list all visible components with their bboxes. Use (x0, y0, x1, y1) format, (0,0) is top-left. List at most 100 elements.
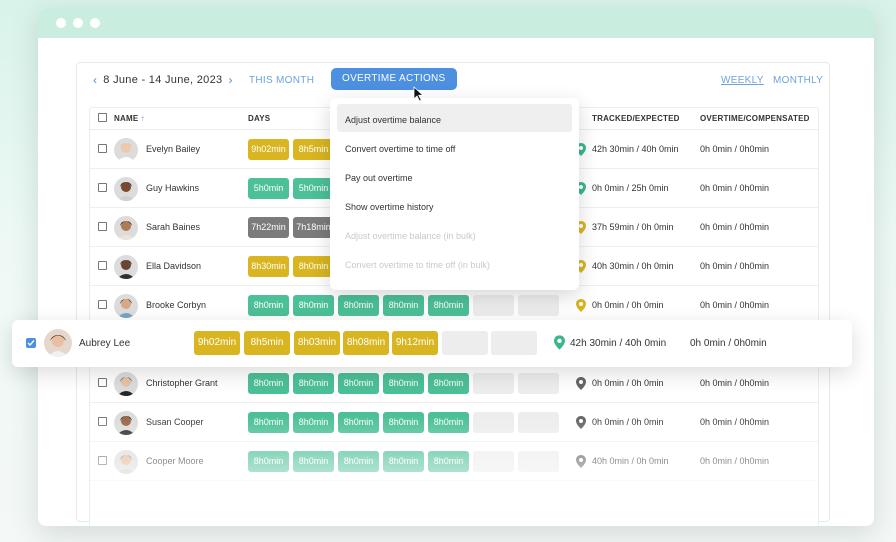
day-cell[interactable]: 8h30min (248, 256, 289, 277)
day-cell[interactable]: 8h08min (343, 331, 389, 355)
day-cell[interactable]: 8h5min (293, 139, 334, 160)
row-checkbox-checked[interactable] (26, 338, 36, 348)
location-pin-icon (576, 455, 586, 468)
day-cell[interactable]: 5h0min (293, 178, 334, 199)
avatar (114, 138, 138, 162)
menu-item[interactable]: Pay out overtime (337, 162, 572, 190)
day-cell[interactable] (473, 373, 514, 394)
day-cell[interactable]: 9h02min (248, 139, 289, 160)
tracked-expected: 42h 30min / 40h 0min (570, 338, 667, 349)
day-cell[interactable] (473, 295, 514, 316)
day-cell[interactable] (518, 412, 559, 433)
day-cell[interactable] (473, 451, 514, 472)
location-pin-icon (576, 416, 586, 429)
overtime-compensated: 0h 0min / 0h0min (700, 378, 770, 388)
location-pin-icon (554, 335, 565, 350)
day-cell[interactable]: 8h0min (338, 373, 379, 394)
overtime-compensated: 0h 0min / 0h0min (700, 300, 770, 310)
day-cell[interactable]: 9h02min (194, 331, 240, 355)
day-cell[interactable]: 8h03min (294, 331, 340, 355)
overtime-compensated: 0h 0min / 0h0min (700, 222, 770, 232)
row-checkbox[interactable] (98, 183, 107, 192)
day-cell[interactable]: 8h0min (383, 295, 424, 316)
employee-name: Susan Cooper (146, 417, 204, 427)
employee-name: Guy Hawkins (146, 183, 200, 193)
row-checkbox[interactable] (98, 378, 107, 387)
day-cell[interactable] (518, 295, 559, 316)
table-row[interactable]: Christopher Grant 8h0min 8h0min 8h0min 8h0mi… (90, 364, 818, 403)
tracked-expected: 0h 0min / 25h 0min (592, 183, 669, 193)
day-cell[interactable]: 9h12min (392, 331, 438, 355)
window-dot-2[interactable] (73, 18, 83, 28)
row-checkbox[interactable] (98, 144, 107, 153)
menu-item[interactable]: Show overtime history (337, 191, 572, 219)
day-cell[interactable] (518, 451, 559, 472)
day-cell[interactable]: 8h0min (248, 373, 289, 394)
header-days: DAYS (248, 114, 271, 123)
day-cell[interactable]: 8h0min (383, 373, 424, 394)
window-dot-3[interactable] (90, 18, 100, 28)
highlighted-row[interactable]: Aubrey Lee 9h02min 8h5min 8h03min 8h08min 9h… (12, 320, 852, 367)
location-pin-icon (576, 299, 586, 312)
day-cell[interactable]: 8h0min (428, 451, 469, 472)
location-pin-icon (576, 377, 586, 390)
day-cell[interactable]: 8h0min (293, 373, 334, 394)
day-cell[interactable]: 8h0min (293, 451, 334, 472)
chevron-left-icon[interactable]: ‹ (93, 73, 97, 87)
day-cell[interactable]: 8h0min (248, 451, 289, 472)
day-cell[interactable]: 7h18min (293, 217, 334, 238)
avatar (114, 411, 138, 435)
avatar (114, 450, 138, 474)
day-cell[interactable] (491, 331, 537, 355)
overtime-actions-button[interactable]: OVERTIME ACTIONS (331, 68, 457, 90)
chevron-right-icon[interactable]: › (228, 73, 232, 87)
day-cell[interactable]: 8h0min (338, 412, 379, 433)
employee-name: Ella Davidson (146, 261, 202, 271)
day-cell[interactable]: 5h0min (248, 178, 289, 199)
day-cell[interactable]: 8h0min (293, 295, 334, 316)
table-row[interactable]: Cooper Moore 8h0min 8h0min 8h0min 8h0min 8h0m… (90, 442, 818, 481)
day-cell[interactable]: 8h5min (244, 331, 290, 355)
employee-name: Cooper Moore (146, 456, 204, 466)
day-cell[interactable]: 8h0min (338, 451, 379, 472)
day-cell[interactable]: 8h0min (293, 256, 334, 277)
day-cell[interactable]: 8h0min (383, 451, 424, 472)
employee-name: Evelyn Bailey (146, 144, 201, 154)
row-checkbox[interactable] (98, 417, 107, 426)
header-overtime-compensated: OVERTIME/COMPENSATED (700, 114, 810, 123)
menu-item: Adjust overtime balance (in bulk) (345, 231, 476, 241)
menu-item[interactable]: Convert overtime to time off (337, 133, 572, 161)
weekly-tab[interactable]: WEEKLY (721, 75, 764, 86)
row-checkbox[interactable] (98, 456, 107, 465)
day-cell[interactable]: 8h0min (338, 295, 379, 316)
row-checkbox[interactable] (98, 222, 107, 231)
mouse-cursor-icon (413, 86, 425, 102)
day-cell[interactable] (518, 373, 559, 394)
tracked-expected: 42h 30min / 40h 0min (592, 144, 679, 154)
day-cell[interactable]: 8h0min (383, 412, 424, 433)
day-cell[interactable] (473, 412, 514, 433)
this-month-link[interactable]: THIS MONTH (249, 75, 314, 86)
day-cell[interactable]: 8h0min (248, 295, 289, 316)
header-name[interactable]: NAME ↑ (114, 114, 145, 123)
avatar (114, 372, 138, 396)
day-cell[interactable]: 8h0min (248, 412, 289, 433)
select-all-checkbox[interactable] (98, 113, 107, 122)
checkmark-icon (27, 340, 35, 347)
monthly-tab[interactable]: MONTHLY (773, 75, 823, 86)
day-cell[interactable]: 7h22min (248, 217, 289, 238)
day-cell[interactable]: 8h0min (428, 412, 469, 433)
menu-item[interactable]: Adjust overtime balance (337, 104, 572, 132)
day-cell[interactable] (442, 331, 488, 355)
day-cell[interactable]: 8h0min (428, 373, 469, 394)
row-checkbox[interactable] (98, 261, 107, 270)
table-row[interactable]: Susan Cooper 8h0min 8h0min 8h0min 8h0min 8h0m… (90, 403, 818, 442)
tracked-expected: 0h 0min / 0h 0min (592, 417, 664, 427)
menu-items: Adjust overtime balance Convert overtime … (337, 104, 572, 277)
row-checkbox[interactable] (98, 300, 107, 309)
window-dot-1[interactable] (56, 18, 66, 28)
day-cell[interactable]: 8h0min (428, 295, 469, 316)
header-name-label: NAME (114, 114, 139, 123)
day-cell[interactable]: 8h0min (293, 412, 334, 433)
sort-arrow-up-icon[interactable]: ↑ (141, 114, 145, 123)
